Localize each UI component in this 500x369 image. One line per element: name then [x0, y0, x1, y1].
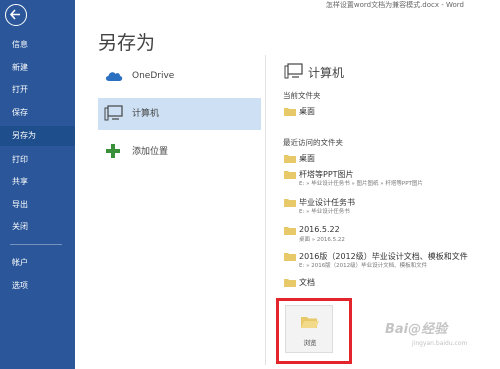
recent-folder-item[interactable]: 杆塔等PPT图片 E: » 毕业设计任务书 » 图片图纸 » 杆塔等PPT图片 — [284, 169, 484, 189]
folder-path: E: » 毕业设计任务书 » 图片图纸 » 杆塔等PPT图片 — [299, 181, 423, 187]
back-button[interactable] — [5, 4, 27, 26]
recent-folder-item[interactable]: 2016版（2012级）毕业设计文档、模板和文件 E: » 2016版（2012… — [284, 251, 494, 271]
section-title: 计算机 — [308, 66, 345, 80]
recent-folder-item[interactable]: 毕业设计任务书 E: » 毕业设计任务书 — [284, 197, 484, 217]
folder-name: 2016.5.22 — [299, 225, 340, 234]
folder-path: E: » 2016版（2012级）毕业设计文档、模板和文件 — [299, 263, 428, 269]
menu-divider — [10, 244, 62, 245]
place-label: 添加位置 — [132, 147, 169, 157]
place-onedrive[interactable]: OneDrive — [98, 63, 261, 95]
computer-icon — [104, 105, 123, 121]
folder-icon — [284, 108, 296, 116]
page-title: 另存为 — [98, 32, 156, 54]
column-divider — [265, 55, 266, 365]
backstage-sidebar: 信息 新建 打开 保存 另存为 打印 共享 导出 关闭 帐户 选项 — [0, 0, 75, 369]
watermark: Bai@经验 — [385, 322, 448, 337]
place-label: OneDrive — [132, 71, 175, 81]
folder-icon — [284, 155, 296, 163]
folder-icon — [284, 279, 296, 287]
menu-save-as[interactable]: 另存为 — [0, 126, 75, 146]
menu-account[interactable]: 帐户 — [0, 253, 75, 273]
current-folder-heading: 当前文件夹 — [283, 91, 321, 100]
plus-icon — [106, 144, 120, 158]
folder-name: 桌面 — [299, 154, 315, 163]
folder-icon — [284, 171, 296, 179]
place-label: 计算机 — [132, 109, 160, 119]
menu-print[interactable]: 打印 — [0, 150, 75, 170]
menu-share[interactable]: 共享 — [0, 172, 75, 192]
folder-icon — [284, 253, 296, 261]
browse-button[interactable]: 浏览 — [285, 305, 333, 353]
menu-open[interactable]: 打开 — [0, 80, 75, 100]
menu-info[interactable]: 信息 — [0, 35, 75, 55]
open-folder-icon — [301, 317, 319, 328]
back-arrow-icon — [9, 9, 20, 20]
computer-icon — [284, 63, 303, 79]
menu-close[interactable]: 关闭 — [0, 217, 75, 237]
folder-icon — [284, 227, 296, 235]
menu-save[interactable]: 保存 — [0, 103, 75, 123]
browse-label: 浏览 — [303, 339, 317, 347]
menu-options[interactable]: 选项 — [0, 276, 75, 296]
watermark-url: jingyan.baidu.com — [412, 340, 468, 347]
folder-path: E: » 毕业设计任务书 — [299, 209, 350, 215]
cloud-icon — [105, 72, 123, 81]
place-computer[interactable]: 计算机 — [98, 98, 261, 130]
recent-folder-item[interactable]: 文档 — [284, 277, 454, 297]
place-add-location[interactable]: 添加位置 — [98, 136, 261, 168]
folder-name: 桌面 — [299, 107, 315, 116]
window-title: 怎样设置word文档为兼容模式.docx - Word — [325, 1, 464, 9]
menu-new[interactable]: 新建 — [0, 58, 75, 78]
folder-name: 文档 — [299, 278, 315, 287]
recent-folder-item[interactable]: 2016.5.22 桌面 » 2016.5.22 — [284, 225, 484, 245]
folder-path: 桌面 » 2016.5.22 — [299, 237, 345, 243]
recent-folders-heading: 最近访问的文件夹 — [283, 138, 343, 147]
folder-icon — [284, 199, 296, 207]
current-folder-item[interactable]: 桌面 — [284, 106, 454, 126]
menu-export[interactable]: 导出 — [0, 195, 75, 215]
